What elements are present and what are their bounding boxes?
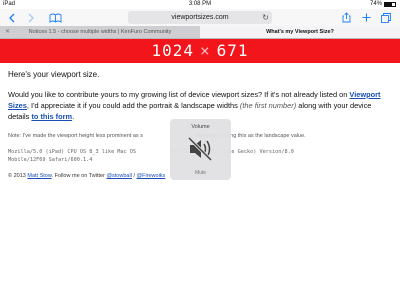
chevron-right-icon xyxy=(28,13,34,22)
paragraph-text: Would you like to contribute yours to my… xyxy=(8,90,348,99)
share-button[interactable] xyxy=(340,11,352,24)
tabs-button[interactable] xyxy=(380,11,392,24)
footer-separator: / xyxy=(133,173,135,179)
browser-toolbar: viewportsizes.com ↻ xyxy=(0,9,400,26)
footer-text: . Follow me on Twitter xyxy=(51,173,105,179)
address-bar[interactable]: viewportsizes.com ↻ xyxy=(128,11,272,24)
tab-viewport-size[interactable]: What's my Viewport Size? xyxy=(200,26,400,38)
volume-hud: Volume Mute xyxy=(170,119,231,180)
tab-notices[interactable]: ✕ Notices 1.5 - choose multiple widths |… xyxy=(0,26,200,38)
bookmarks-button[interactable] xyxy=(48,11,62,24)
contribute-paragraph: Would you like to contribute yours to my… xyxy=(8,89,394,122)
battery-icon xyxy=(384,2,396,7)
viewport-size-banner: 1024 × 671 xyxy=(0,39,400,63)
close-tab-icon[interactable]: ✕ xyxy=(5,26,10,38)
chevron-left-icon xyxy=(8,13,14,22)
plus-icon xyxy=(362,13,370,22)
tabs-overview-icon xyxy=(381,12,391,23)
url-text: viewportsizes.com xyxy=(171,14,229,21)
tab-label: Notices 1.5 - choose multiple widths | K… xyxy=(28,29,172,35)
tab-bar: ✕ Notices 1.5 - choose multiple widths |… xyxy=(0,26,400,39)
times-separator: × xyxy=(199,41,211,60)
hud-subtitle: Mute xyxy=(194,170,207,176)
copyright: © 2013 xyxy=(8,173,26,179)
status-bar: iPad 3:08 PM 74% xyxy=(0,0,400,9)
hud-title: Volume xyxy=(191,124,210,130)
ua-text: Mozilla/5.0 (iPad) CPU OS 8_3 like Mac O… xyxy=(8,149,137,155)
paragraph-text: , I'd appreciate it if you could add the… xyxy=(26,101,238,110)
tab-label: What's my Viewport Size? xyxy=(266,29,334,35)
speaker-muted-icon xyxy=(187,136,213,162)
clock: 3:08 PM xyxy=(188,1,212,7)
note-text: adding this as the landscape value. xyxy=(219,133,306,139)
author-link[interactable]: Matt Stow xyxy=(27,173,51,179)
first-number-note: (the first number) xyxy=(239,101,297,110)
page-heading: Here's your viewport size. xyxy=(8,70,100,79)
form-link[interactable]: to this form xyxy=(31,112,72,121)
book-icon xyxy=(49,13,61,23)
viewport-height: 671 xyxy=(216,41,249,60)
battery-indicator: 74% xyxy=(370,0,396,9)
ua-text: Mobile/12F69 Safari/600.1.4 xyxy=(8,157,93,163)
note-text: Note: I've made the viewport height less… xyxy=(8,133,143,139)
forward-button[interactable] xyxy=(26,11,36,24)
twitter-link-firewoiks[interactable]: @Firewoiks xyxy=(137,173,166,179)
twitter-link-stowball[interactable]: @stowball xyxy=(106,173,131,179)
back-button[interactable] xyxy=(6,11,16,24)
battery-percent: 74% xyxy=(369,1,382,7)
paragraph-text: . xyxy=(72,112,75,121)
share-icon xyxy=(342,12,350,23)
reload-icon[interactable]: ↻ xyxy=(262,11,269,24)
new-tab-button[interactable] xyxy=(360,11,372,24)
viewport-width: 1024 xyxy=(151,41,194,60)
